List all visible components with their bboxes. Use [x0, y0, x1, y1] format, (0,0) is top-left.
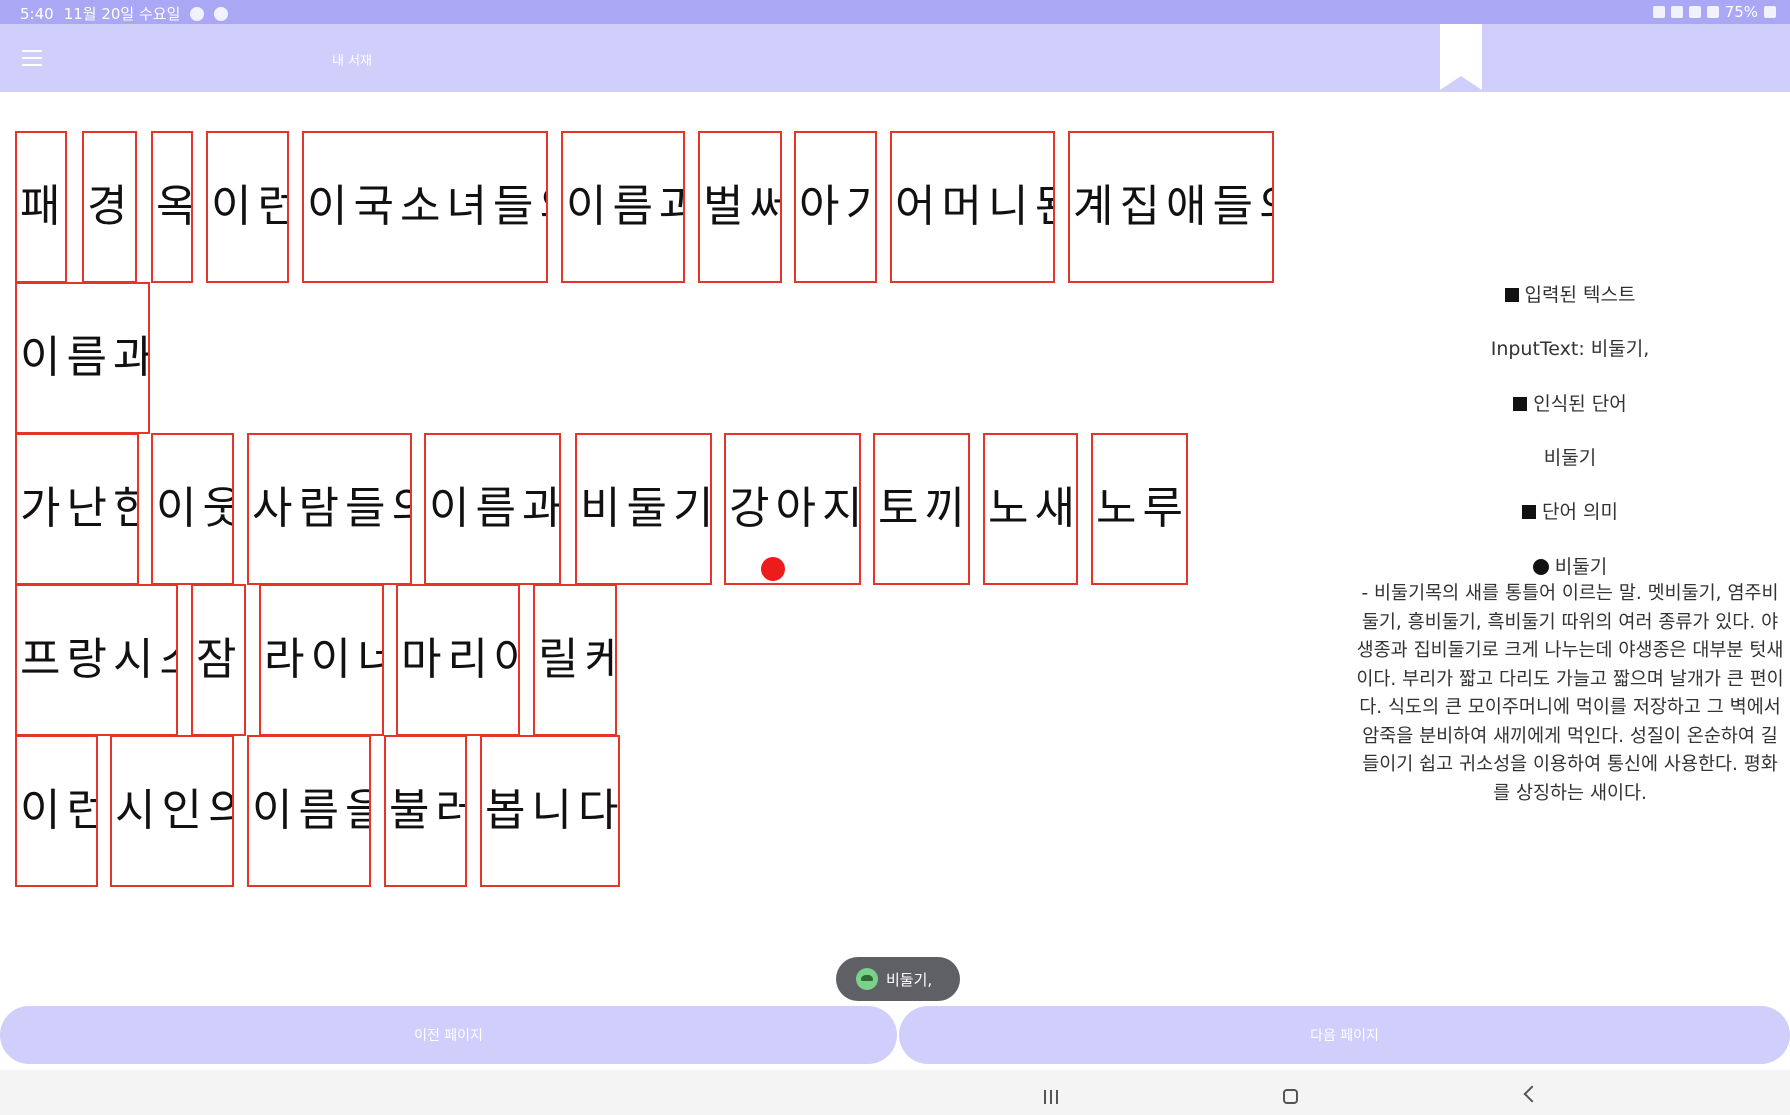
word-box[interactable]: 이런 — [206, 131, 289, 283]
word-box[interactable]: 가난한 — [15, 433, 139, 585]
word-box[interactable]: 이국소녀들의 — [302, 131, 548, 283]
sim-icon — [1670, 6, 1683, 18]
word-box[interactable]: 토끼, — [873, 433, 970, 585]
app-title: 내 서재 — [332, 54, 373, 69]
word-box[interactable]: 옥 — [151, 131, 193, 283]
word-box[interactable]: 이웃 — [151, 433, 234, 585]
toast: 비둘기, — [836, 957, 960, 1001]
word-box[interactable]: 강아지, — [724, 433, 861, 585]
word-box[interactable]: 사람들의 — [247, 433, 412, 585]
battery-level: 75% — [1724, 3, 1758, 21]
word-box[interactable]: 라이너 — [259, 584, 384, 736]
word-box[interactable]: 이름과, — [15, 282, 150, 434]
recognized-word: 비둘기 — [1543, 447, 1597, 469]
square-bullet-icon — [1513, 397, 1528, 411]
recents-icon[interactable] — [1044, 1090, 1062, 1104]
word-box[interactable]: 노새, — [983, 433, 1078, 585]
reading-area: 패,경,옥이런이국소녀들의이름과벌써아기어머니된계집애들의이름과,가난한이웃사람… — [0, 92, 1330, 1002]
notification-icon — [214, 6, 229, 21]
meaning-text: - 비둘기목의 새를 통틀어 이르는 말. 멧비둘기, 염주비둘기, 흥비둘기,… — [1356, 583, 1784, 804]
word-box[interactable]: 어머니된 — [890, 131, 1055, 283]
word-box[interactable]: 마리아 — [396, 584, 520, 736]
circle-bullet-icon — [1532, 559, 1549, 575]
app-bar: 내 서재 — [0, 24, 1790, 92]
word-box[interactable]: 계집애들의 — [1068, 131, 1274, 283]
input-heading: 입력된 텍스트 — [1355, 280, 1785, 307]
bookmark-icon[interactable] — [1440, 24, 1482, 90]
status-bar: 5:40 11월 20일 수요일 75% — [0, 0, 1790, 24]
word-box[interactable]: 릴케 — [533, 584, 617, 736]
link-icon — [1652, 6, 1665, 18]
toast-text: 비둘기, — [886, 970, 933, 989]
wifi-icon — [1706, 6, 1719, 18]
navigation-bar — [0, 1070, 1790, 1115]
word-box[interactable]: 잠, — [191, 584, 246, 736]
status-time: 5:40 — [20, 4, 54, 23]
back-icon[interactable] — [1523, 1085, 1541, 1103]
word-box[interactable]: 경, — [82, 131, 137, 283]
input-text: InputText: 비둘기, — [1490, 338, 1650, 360]
word-box[interactable]: 프랑시스 — [15, 584, 178, 736]
word-box[interactable]: 이름을 — [247, 735, 371, 887]
square-bullet-icon — [1522, 505, 1537, 519]
meaning-heading: 단어 의미 — [1355, 497, 1785, 524]
word-box[interactable]: 불러 — [384, 735, 467, 887]
battery-icon — [1764, 6, 1776, 18]
mute-icon — [1688, 6, 1701, 18]
menu-icon[interactable] — [22, 50, 42, 68]
recognized-heading: 인식된 단어 — [1355, 389, 1785, 416]
word-box[interactable]: 이런 — [15, 735, 98, 887]
word-box[interactable]: 벌써 — [698, 131, 782, 283]
word-box[interactable]: 아기 — [794, 131, 877, 283]
message-icon — [190, 6, 205, 21]
home-icon[interactable] — [1283, 1089, 1298, 1104]
android-icon — [856, 968, 878, 990]
next-page-button[interactable]: 다음 페이지 — [899, 1006, 1790, 1064]
prev-page-button[interactable]: 이전 페이지 — [0, 1006, 897, 1064]
status-date: 11월 20일 수요일 — [63, 5, 181, 23]
touch-indicator — [761, 557, 785, 581]
word-box[interactable]: 이름과, — [424, 433, 561, 585]
word-box[interactable]: 이름과 — [561, 131, 685, 283]
word-box[interactable]: 비둘기, — [575, 433, 712, 585]
square-bullet-icon — [1504, 288, 1519, 302]
word-box[interactable]: 노루, — [1091, 433, 1188, 585]
word-box[interactable]: 시인의 — [110, 735, 234, 887]
word-box[interactable]: 봅니다. — [480, 735, 620, 887]
meaning-word: 비둘기 — [1355, 552, 1785, 579]
word-box[interactable]: 패, — [15, 131, 67, 283]
